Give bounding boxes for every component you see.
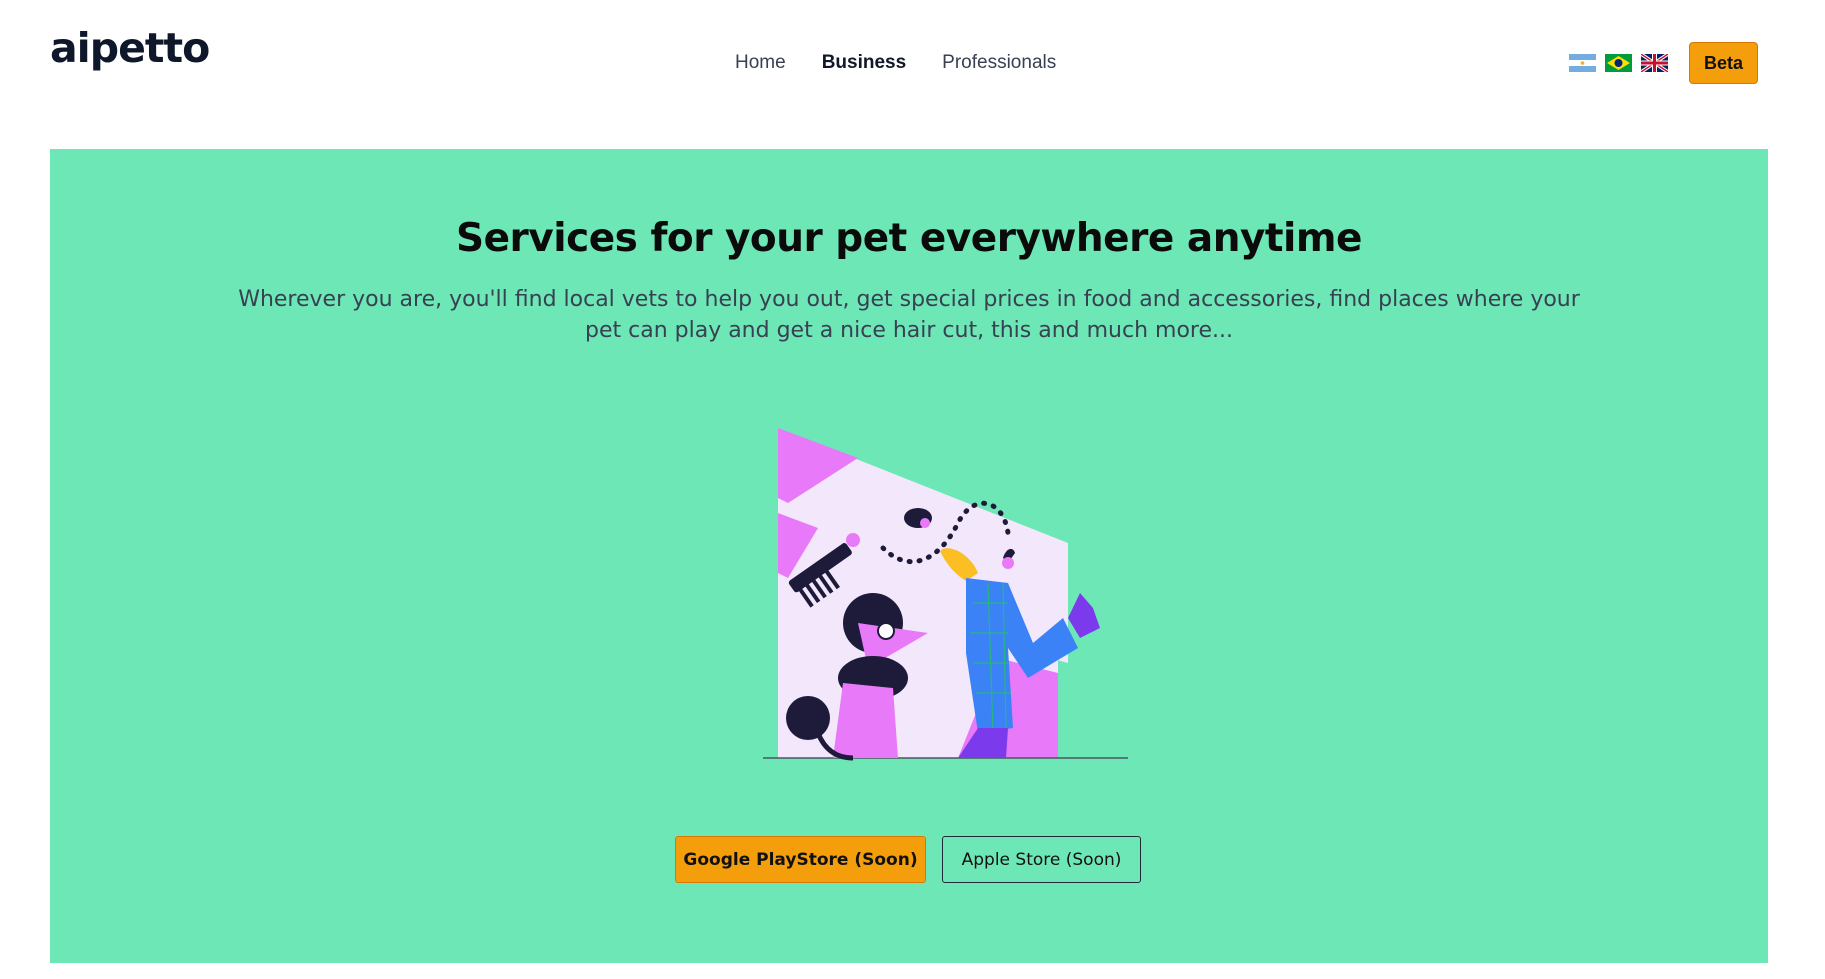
hero-subtitle: Wherever you are, you'll find local vets… [238,287,1580,343]
logo[interactable]: aipetto [50,24,210,72]
google-playstore-button[interactable]: Google PlayStore (Soon) [675,836,926,883]
argentina-flag-icon[interactable] [1569,54,1596,72]
language-switcher [1569,54,1668,72]
apple-store-button[interactable]: Apple Store (Soon) [942,836,1141,883]
nav-home[interactable]: Home [735,52,786,74]
brazil-flag-icon[interactable] [1605,54,1632,72]
beta-button[interactable]: Beta [1689,42,1758,84]
hero-title: Services for your pet everywhere anytime [456,216,1362,261]
nav-business[interactable]: Business [822,52,906,74]
hero-section: Services for your pet everywhere anytime… [50,149,1768,963]
main-nav: Home Business Professionals [735,52,1056,74]
uk-flag-icon[interactable] [1641,54,1668,72]
pet-grooming-illustration [763,428,1128,761]
nav-professionals[interactable]: Professionals [942,52,1056,74]
